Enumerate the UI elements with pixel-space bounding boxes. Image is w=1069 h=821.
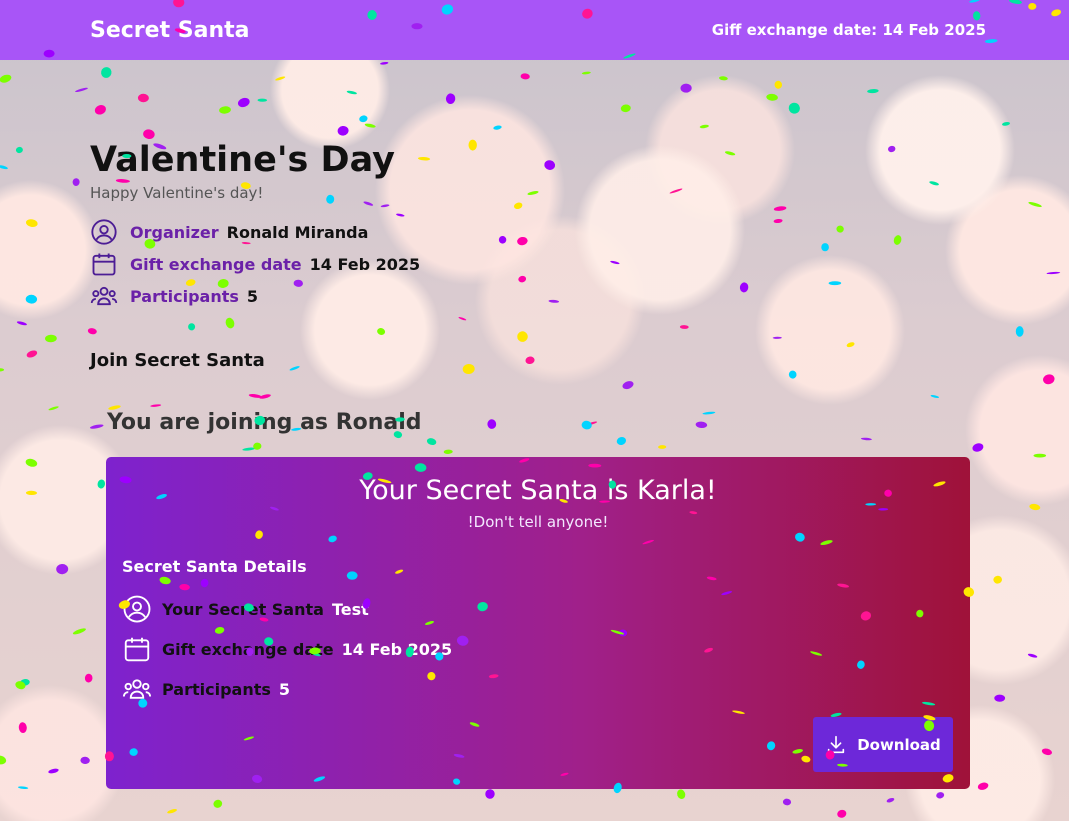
participants-label: Participants [130, 286, 239, 306]
participants-value: 5 [246, 286, 259, 306]
organizer-row: Organizer Ronald Miranda [90, 216, 420, 248]
card-exchange-date-label: Gift exchange date [162, 639, 334, 659]
event-info: Valentine's Day Happy Valentine's day! O… [90, 140, 420, 312]
download-button[interactable]: Download [813, 717, 953, 772]
participants-row: Participants 5 [90, 280, 420, 312]
organizer-value: Ronald Miranda [226, 222, 369, 242]
joining-as-text: You are joining as Ronald [107, 410, 422, 435]
join-section-title: Join Secret Santa [90, 350, 265, 371]
card-participants-row: Participants 5 [122, 669, 452, 709]
user-circle-icon [123, 595, 151, 623]
secret-santa-reveal: Your Secret Santa is Karla! [359, 475, 717, 506]
users-icon [122, 679, 152, 699]
your-santa-value: Test [331, 599, 369, 619]
secret-santa-warning: !Don't tell anyone! [467, 513, 609, 531]
your-santa-row: Your Secret Santa Test [122, 589, 452, 629]
calendar-icon [124, 637, 150, 662]
users-icon [90, 286, 118, 306]
download-label: Download [857, 735, 941, 754]
your-santa-label: Your Secret Santa [162, 599, 324, 619]
event-info-list: Organizer Ronald Miranda Gift exchange d… [90, 216, 420, 312]
details-title: Secret Santa Details [122, 557, 307, 576]
card-participants-label: Participants [162, 679, 271, 699]
user-circle-icon [91, 219, 117, 245]
event-title: Valentine's Day [90, 140, 395, 180]
exchange-date-value: 14 Feb 2025 [309, 254, 421, 274]
exchange-date-label: Gift exchange date [130, 254, 302, 274]
card-exchange-date-value: 14 Feb 2025 [341, 639, 453, 659]
top-bar: Secret Santa Giff exchange date: 14 Feb … [0, 0, 1069, 60]
card-participants-value: 5 [278, 679, 291, 699]
download-icon [828, 735, 845, 753]
details-list: Your Secret Santa Test Gift exchange dat… [122, 589, 452, 709]
header-exchange-date: Giff exchange date: 14 Feb 2025 [711, 21, 986, 39]
brand-title[interactable]: Secret Santa [90, 18, 249, 43]
event-subtitle: Happy Valentine's day! [90, 184, 264, 202]
secret-santa-result-card: Your Secret Santa is Karla! !Don't tell … [106, 457, 970, 789]
card-exchange-date-row: Gift exchange date 14 Feb 2025 [122, 629, 452, 669]
calendar-icon [92, 253, 116, 276]
exchange-date-row: Gift exchange date 14 Feb 2025 [90, 248, 420, 280]
organizer-label: Organizer [130, 222, 219, 242]
